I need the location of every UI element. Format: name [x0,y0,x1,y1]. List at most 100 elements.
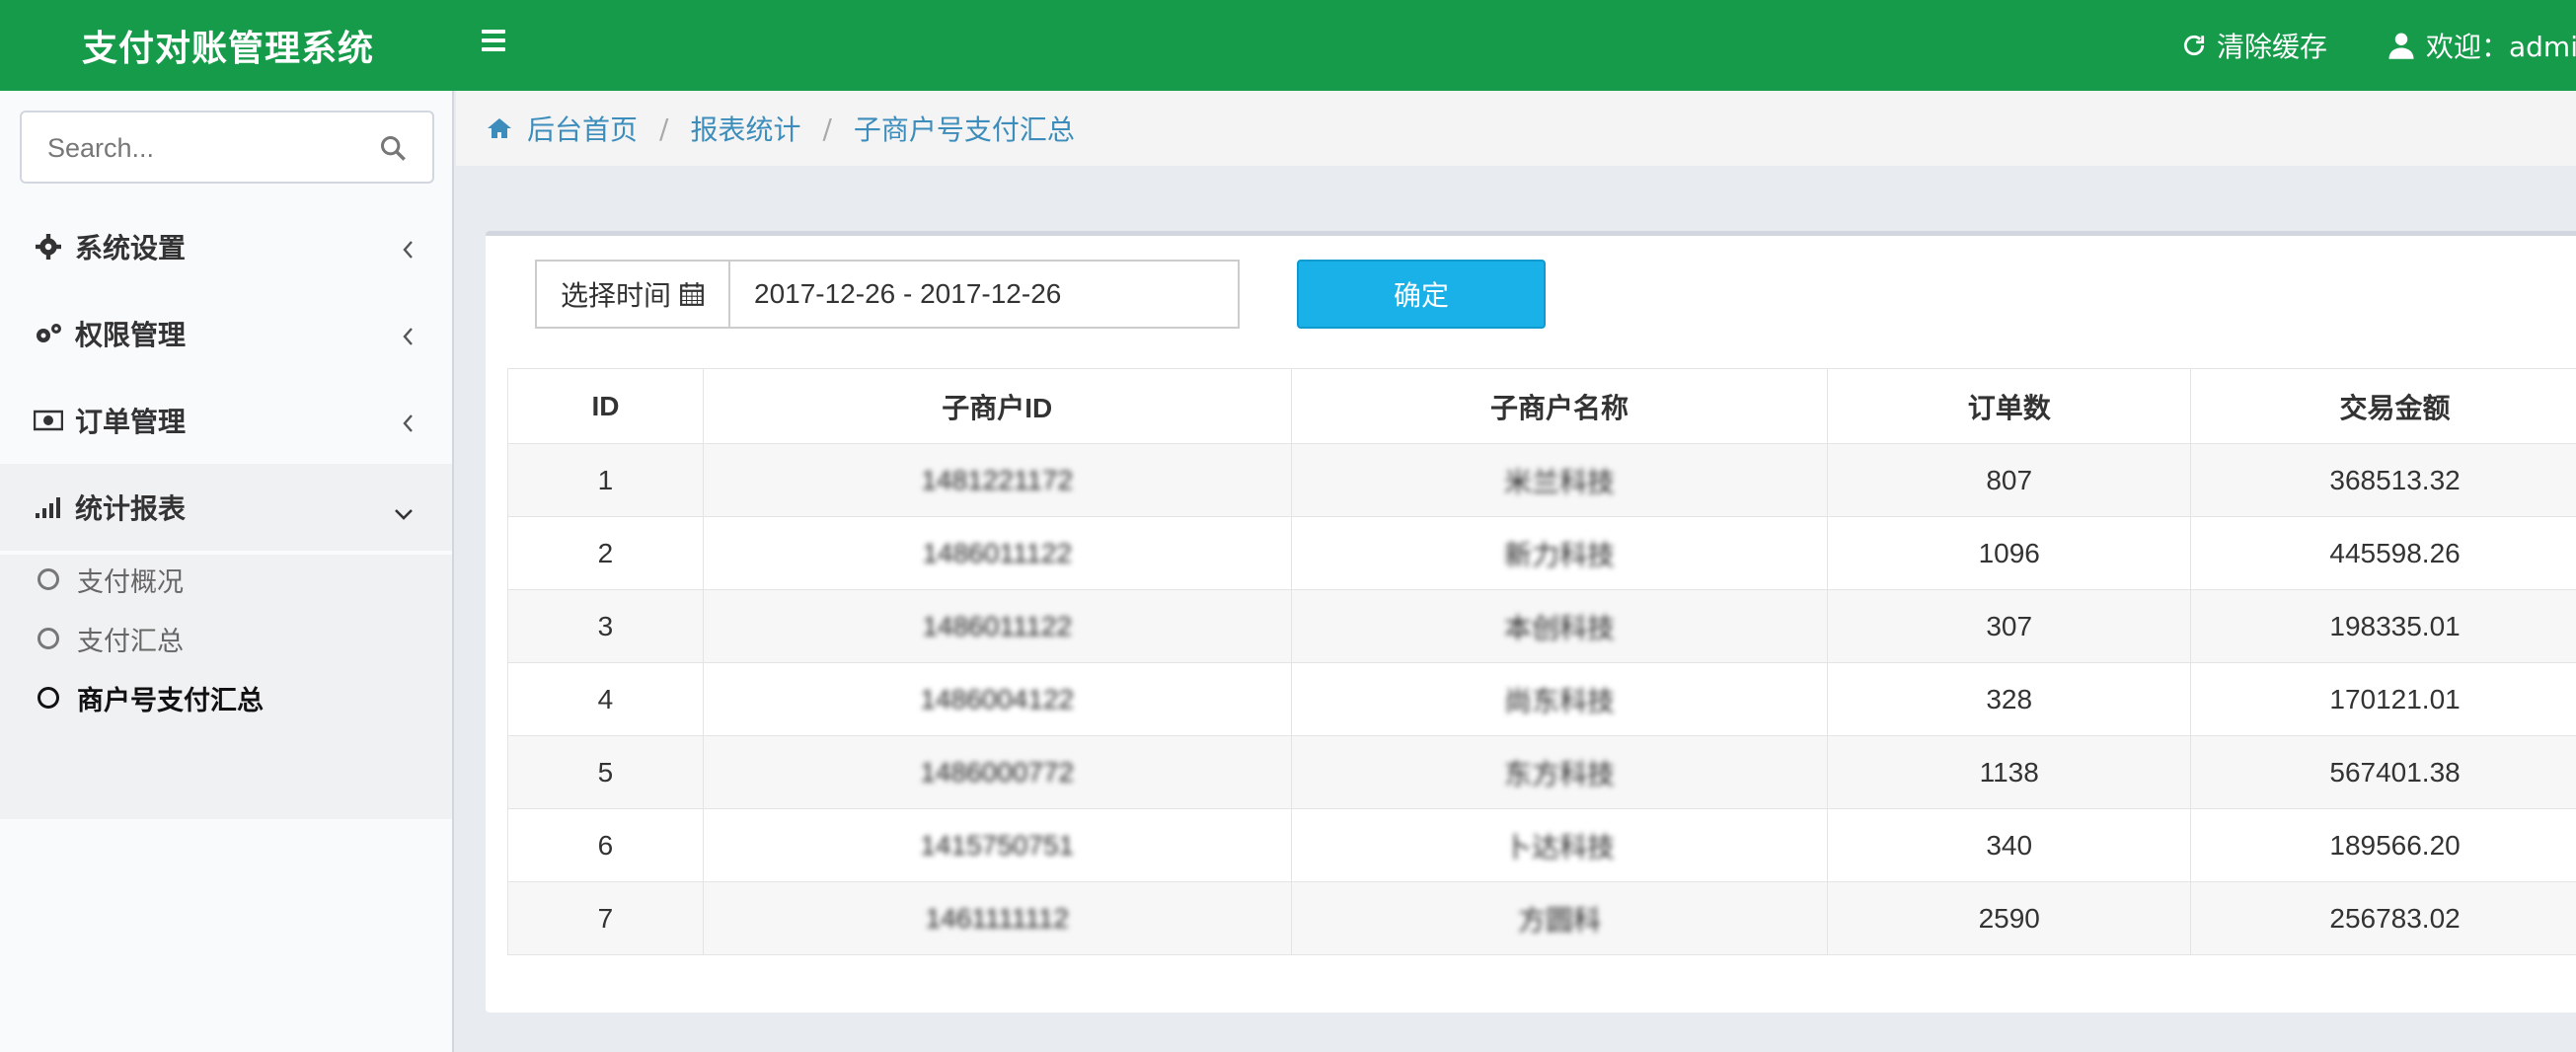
cell-sub-merchant-name: 卜达科技 [1290,808,1829,882]
sidebar-item-orders[interactable]: 订单管理 [0,377,452,464]
cell-id: 2 [507,516,704,590]
cell-sub-merchant-name: 新力科技 [1290,516,1829,590]
sidebar-subitem-payment-overview[interactable]: 支付概况 [38,555,184,604]
sidebar: 系统设置 权限管理 订单管理 统计报表 支付概况 [0,91,454,1052]
table-row: 2 1486011122 新力科技 1096 445598.26 [507,516,2576,590]
cell-amount: 256783.02 [2190,881,2576,955]
cell-sub-merchant-name: 方圆科 [1290,881,1829,955]
menu-toggle-icon[interactable] [482,30,507,55]
cell-sub-merchant-name: 东方科技 [1290,735,1829,809]
sidebar-item-label: 订单管理 [75,406,187,438]
circle-icon [38,628,59,649]
sidebar-item-reports[interactable]: 统计报表 [0,464,452,551]
column-header: ID [507,368,704,444]
circle-icon [38,687,59,709]
sidebar-subitem-merchant-summary[interactable]: 商户号支付汇总 [38,673,264,722]
app-title[interactable]: 支付对账管理系统 [0,0,456,91]
cell-sub-merchant-id: 1481221172 [702,443,1292,517]
column-header: 子商户ID [702,368,1292,444]
sidebar-subitem-label: 支付概况 [77,566,184,598]
cell-order-count: 2590 [1827,881,2192,955]
cell-order-count: 1138 [1827,735,2192,809]
circle-icon [38,568,59,590]
money-icon [34,406,63,435]
table-header-row: ID 子商户ID 子商户名称 订单数 交易金额 [507,368,2576,444]
table-row: 5 1486000772 东方科技 1138 567401.38 [507,735,2576,809]
table-row: 4 1486004122 尚东科技 328 170121.01 [507,662,2576,736]
sidebar-search [20,111,434,184]
cell-order-count: 807 [1827,443,2192,517]
chevron-left-icon [401,409,415,441]
cell-id: 4 [507,662,704,736]
signal-icon [34,492,63,522]
cell-id: 6 [507,808,704,882]
top-header: 支付对账管理系统 清除缓存 欢迎：admi [0,0,2576,91]
cell-id: 3 [507,589,704,663]
date-range-group: 选择时间 [535,260,1240,329]
sidebar-item-label: 权限管理 [75,319,187,351]
column-header: 订单数 [1827,368,2192,444]
cell-amount: 170121.01 [2190,662,2576,736]
confirm-button[interactable]: 确定 [1297,260,1546,329]
cell-order-count: 340 [1827,808,2192,882]
gear-icon [34,232,63,262]
cell-sub-merchant-id: 1486004122 [702,662,1292,736]
breadcrumb-home[interactable]: 后台首页 [527,109,638,148]
cell-sub-merchant-id: 1486011122 [702,516,1292,590]
cell-sub-merchant-id: 1415750751 [702,808,1292,882]
breadcrumb-reports[interactable]: 报表统计 [690,109,800,148]
date-label-text: 选择时间 [560,279,671,312]
breadcrumb-current[interactable]: 子商户号支付汇总 [854,109,1075,148]
cell-sub-merchant-name: 米兰科技 [1290,443,1829,517]
sidebar-subitem-label: 商户号支付汇总 [77,685,264,716]
sidebar-subitem-label: 支付汇总 [77,626,184,657]
sidebar-item-permissions[interactable]: 权限管理 [0,290,452,377]
user-menu[interactable]: 欢迎：admi [2387,0,2576,91]
welcome-text: 欢迎：admi [2426,31,2576,63]
cell-id: 7 [507,881,704,955]
cell-amount: 189566.20 [2190,808,2576,882]
merchant-summary-table: ID 子商户ID 子商户名称 订单数 交易金额 1 1481221172 米兰科… [507,368,2576,955]
cell-amount: 198335.01 [2190,589,2576,663]
cell-order-count: 1096 [1827,516,2192,590]
cell-id: 5 [507,735,704,809]
search-icon[interactable] [379,134,407,166]
table-row: 3 1486011122 本创科技 307 198335.01 [507,589,2576,663]
cell-sub-merchant-id: 1486000772 [702,735,1292,809]
column-header: 交易金额 [2190,368,2576,444]
table-row: 7 1461111112 方圆科 2590 256783.02 [507,881,2576,955]
clear-cache-label: 清除缓存 [2217,31,2328,63]
sidebar-item-label: 系统设置 [75,232,187,264]
gears-icon [34,319,63,348]
content-panel: 选择时间 确定 ID 子商户ID 子商户名称 订单数 交易金额 1 148122… [486,231,2576,1013]
column-header: 子商户名称 [1290,368,1829,444]
cell-amount: 445598.26 [2190,516,2576,590]
chevron-down-icon [393,495,415,528]
sidebar-subitem-payment-summary[interactable]: 支付汇总 [38,614,184,663]
sidebar-item-label: 统计报表 [75,492,187,525]
cell-order-count: 307 [1827,589,2192,663]
cell-sub-merchant-id: 1461111112 [702,881,1292,955]
breadcrumb-separator: / [822,112,832,145]
calendar-icon [679,281,705,307]
breadcrumb: 后台首页 / 报表统计 / 子商户号支付汇总 [456,91,2576,166]
cell-sub-merchant-id: 1486011122 [702,589,1292,663]
user-icon [2387,31,2416,60]
cell-id: 1 [507,443,704,517]
table-row: 6 1415750751 卜达科技 340 189566.20 [507,808,2576,882]
cell-amount: 368513.32 [2190,443,2576,517]
sidebar-item-system-settings[interactable]: 系统设置 [0,203,452,290]
chevron-left-icon [401,235,415,267]
table-row: 1 1481221172 米兰科技 807 368513.32 [507,443,2576,517]
clear-cache-button[interactable]: 清除缓存 [2181,0,2327,91]
cell-amount: 567401.38 [2190,735,2576,809]
cell-order-count: 328 [1827,662,2192,736]
breadcrumb-separator: / [659,112,669,145]
cell-sub-merchant-name: 本创科技 [1290,589,1829,663]
date-range-input[interactable] [730,262,1238,327]
refresh-icon [2181,33,2207,58]
chevron-left-icon [401,322,415,354]
cell-sub-merchant-name: 尚东科技 [1290,662,1829,736]
search-input[interactable] [47,130,363,166]
home-icon [486,116,513,140]
